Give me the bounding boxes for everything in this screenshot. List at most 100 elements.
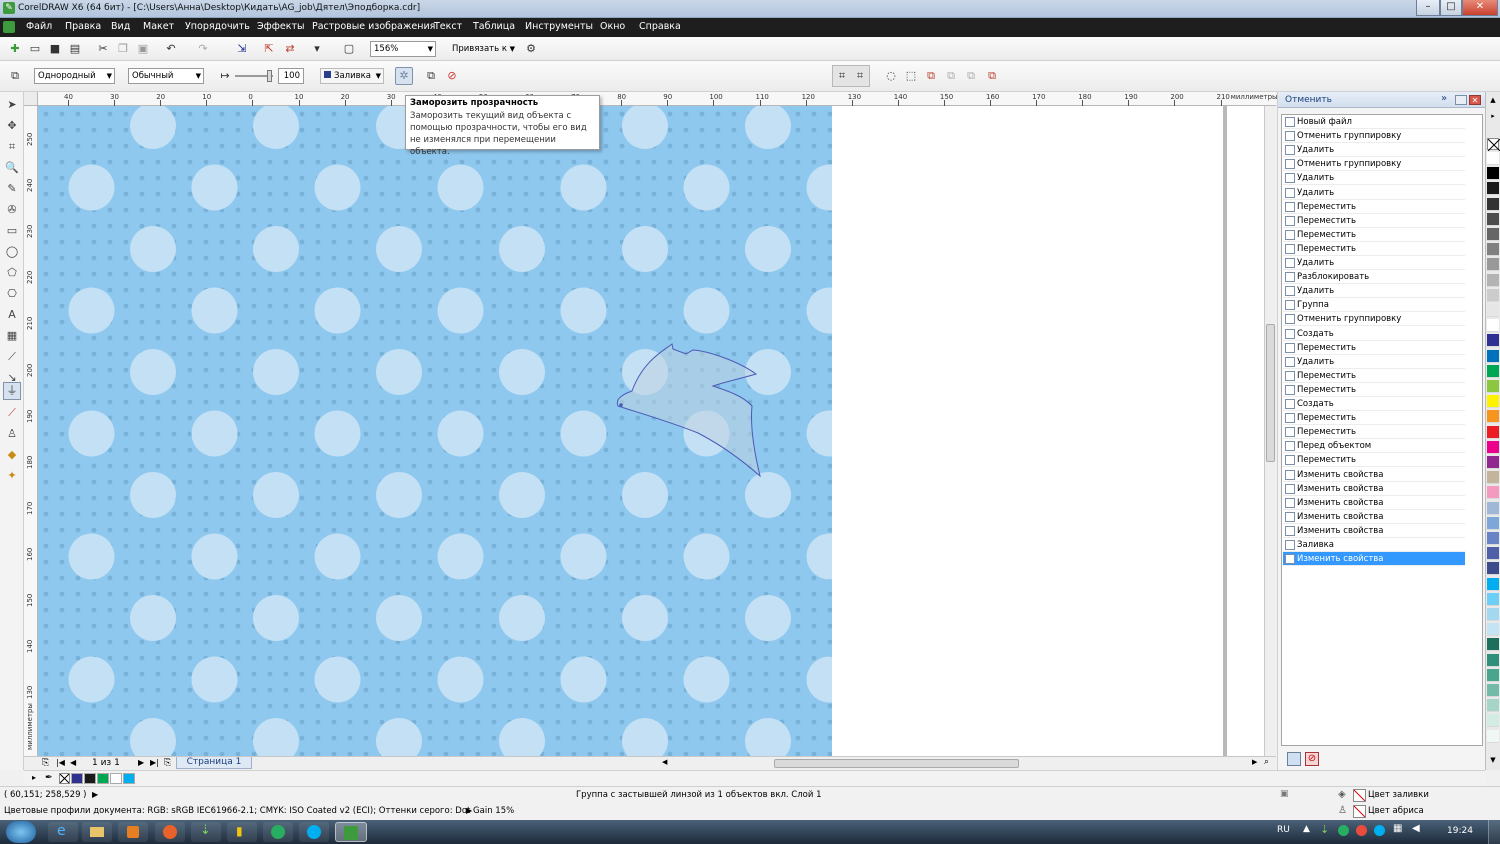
palette-swatch[interactable] — [1487, 304, 1499, 317]
palette-swatch[interactable] — [1487, 152, 1499, 165]
taskbar-stats-icon[interactable]: ▮ — [227, 822, 257, 842]
palette-swatch[interactable] — [1487, 532, 1499, 545]
zoom-tool-icon[interactable]: 🔍 — [5, 161, 19, 175]
crop-tool-icon[interactable]: ⌗ — [5, 140, 19, 154]
taskbar-skype-icon[interactable] — [299, 822, 329, 842]
horizontal-scrollbar-thumb[interactable] — [774, 759, 1019, 768]
show-hidden-icons-icon[interactable]: ▲ — [1303, 824, 1310, 834]
palette-swatch[interactable] — [1487, 243, 1499, 257]
expand-docker-icon[interactable]: » — [1441, 93, 1447, 104]
rectangle-tool-icon[interactable]: ▭ — [5, 224, 19, 238]
undo-history-item[interactable]: Создать — [1283, 397, 1465, 411]
copy-icon[interactable]: ❐ — [116, 42, 130, 56]
palette-swatch[interactable] — [1487, 197, 1499, 211]
taskbar-firefox-icon[interactable] — [155, 822, 185, 842]
no-color-swatch[interactable] — [1487, 138, 1500, 152]
taskbar-torrent-icon[interactable]: ⇣ — [191, 822, 221, 842]
outline-color-swatch[interactable] — [1353, 805, 1366, 818]
docpal-menu-icon[interactable]: ▸ — [32, 773, 36, 782]
transparency-option-icon-1[interactable]: ◌ — [884, 69, 898, 83]
undo-history-list[interactable]: Новый файл Отменить группировку Удалить Отм… — [1281, 114, 1483, 746]
node-layout-icon[interactable]: ⌗ — [853, 69, 867, 83]
dimension-tool-icon[interactable]: ⟋ — [5, 350, 19, 364]
ruler-origin[interactable] — [24, 92, 38, 106]
start-button[interactable] — [6, 821, 36, 843]
undo-history-item[interactable]: Изменить свойства — [1283, 510, 1465, 524]
transparency-target-select[interactable]: Заливка ▼ — [320, 68, 384, 84]
close-button[interactable]: ✕ — [1462, 0, 1498, 16]
edit-node-icon[interactable]: ⌗ — [835, 69, 849, 83]
palette-swatch[interactable] — [1487, 440, 1499, 454]
freeze-transparency-button[interactable]: ✲ — [395, 67, 413, 85]
next-page-icon[interactable]: ▶ — [138, 758, 144, 767]
taskbar-mediaplayer-icon[interactable] — [118, 822, 148, 842]
merge-mode-select[interactable]: Обычный ▼ — [128, 68, 204, 84]
palette-swatch[interactable] — [1487, 380, 1499, 393]
menu-bitmaps[interactable]: Растровые изображения — [312, 21, 435, 32]
minimize-docker-icon[interactable] — [1455, 95, 1467, 105]
open-icon[interactable]: ▭ — [28, 42, 42, 56]
menu-tools[interactable]: Инструменты — [525, 21, 593, 32]
clear-undo-list-icon[interactable]: ⊘ — [1305, 752, 1319, 766]
add-page-icon[interactable]: ⎘ — [42, 758, 49, 768]
transparency-tool-icon[interactable]: ⏚ — [5, 384, 19, 398]
undo-history-item[interactable]: Новый файл — [1283, 115, 1465, 129]
polygon-tool-icon[interactable]: ⬠ — [5, 266, 19, 280]
undo-history-item[interactable]: Изменить свойства — [1283, 468, 1465, 482]
tray-alert-icon[interactable] — [1356, 825, 1367, 836]
menu-file[interactable]: Файл — [26, 21, 52, 32]
close-docker-icon[interactable]: ✕ — [1469, 95, 1481, 105]
smart-fill-tool-icon[interactable]: ✇ — [5, 203, 19, 217]
outline-tool-icon[interactable]: ♙ — [5, 427, 19, 441]
cut-icon[interactable]: ✂ — [96, 42, 110, 56]
taskbar-whatsapp-icon[interactable] — [263, 822, 293, 842]
palette-swatch[interactable] — [1487, 516, 1499, 530]
palette-swatch[interactable] — [1487, 456, 1499, 469]
table-tool-icon[interactable]: ▦ — [5, 329, 19, 343]
palette-swatch[interactable] — [1487, 486, 1499, 500]
shape-tool-icon[interactable]: ✥ — [5, 119, 19, 133]
coreldraw-app-icon[interactable]: ✎ — [3, 2, 15, 14]
palette-scroll-down-icon[interactable]: ▼ — [1487, 756, 1499, 766]
palette-swatch[interactable] — [1487, 349, 1499, 363]
palette-swatch[interactable] — [1487, 288, 1499, 302]
last-page-icon[interactable]: ▶| — [150, 758, 159, 767]
palette-swatch[interactable] — [1487, 684, 1499, 697]
vertical-ruler[interactable]: 250 240 230 220 210 200 190 180 170 160 150 140 130 м… — [24, 106, 38, 756]
export-icon[interactable]: ⇱ — [262, 42, 276, 56]
transparency-option-icon-5[interactable]: ⧉ — [964, 69, 978, 83]
profiles-expand-icon[interactable]: ▶ — [466, 806, 472, 815]
palette-swatch[interactable] — [1487, 212, 1499, 226]
palette-swatch[interactable] — [1487, 258, 1499, 272]
palette-swatch[interactable] — [1487, 319, 1499, 333]
menu-text[interactable]: Текст — [434, 21, 462, 32]
undo-history-item[interactable]: Переместить — [1283, 369, 1465, 383]
freehand-tool-icon[interactable]: ✎ — [5, 182, 19, 196]
undo-history-item[interactable]: Удалить — [1283, 171, 1465, 186]
menu-view[interactable]: Вид — [111, 21, 130, 32]
tray-volume-icon[interactable]: ◀ — [1412, 823, 1420, 834]
scroll-right-icon[interactable]: ▶ — [1252, 758, 1257, 766]
palette-swatch[interactable] — [1487, 547, 1499, 561]
undo-history-item[interactable]: Переместить — [1283, 425, 1465, 440]
palette-swatch[interactable] — [1487, 638, 1499, 652]
tray-network-icon[interactable]: ▦ — [1393, 823, 1402, 834]
palette-swatch[interactable] — [1487, 501, 1499, 515]
undo-history-item[interactable]: Отменить группировку — [1283, 312, 1465, 327]
palette-swatch[interactable] — [1487, 699, 1499, 713]
undo-history-item[interactable]: Удалить — [1283, 284, 1465, 299]
maximize-button[interactable]: □ — [1440, 0, 1462, 16]
docpal-eyedropper-icon[interactable]: ✒ — [45, 773, 53, 783]
undo-history-item[interactable]: Переместить — [1283, 200, 1465, 214]
print-icon[interactable]: ▤ — [68, 42, 82, 56]
palette-swatch[interactable] — [1487, 273, 1499, 287]
save-icon[interactable]: ■ — [48, 42, 62, 56]
interactive-fill-tool-icon[interactable]: ✦ — [5, 469, 19, 483]
undo-history-item[interactable]: Отменить группировку — [1283, 129, 1465, 144]
palette-swatch[interactable] — [1487, 410, 1499, 424]
palette-swatch[interactable] — [1487, 182, 1499, 196]
copy-transparency-icon[interactable]: ⧉ — [424, 69, 438, 83]
menu-layout[interactable]: Макет — [143, 21, 174, 32]
undo-history-item[interactable]: Перед объектом — [1283, 439, 1465, 454]
options-icon[interactable]: ⚙ — [524, 42, 538, 56]
